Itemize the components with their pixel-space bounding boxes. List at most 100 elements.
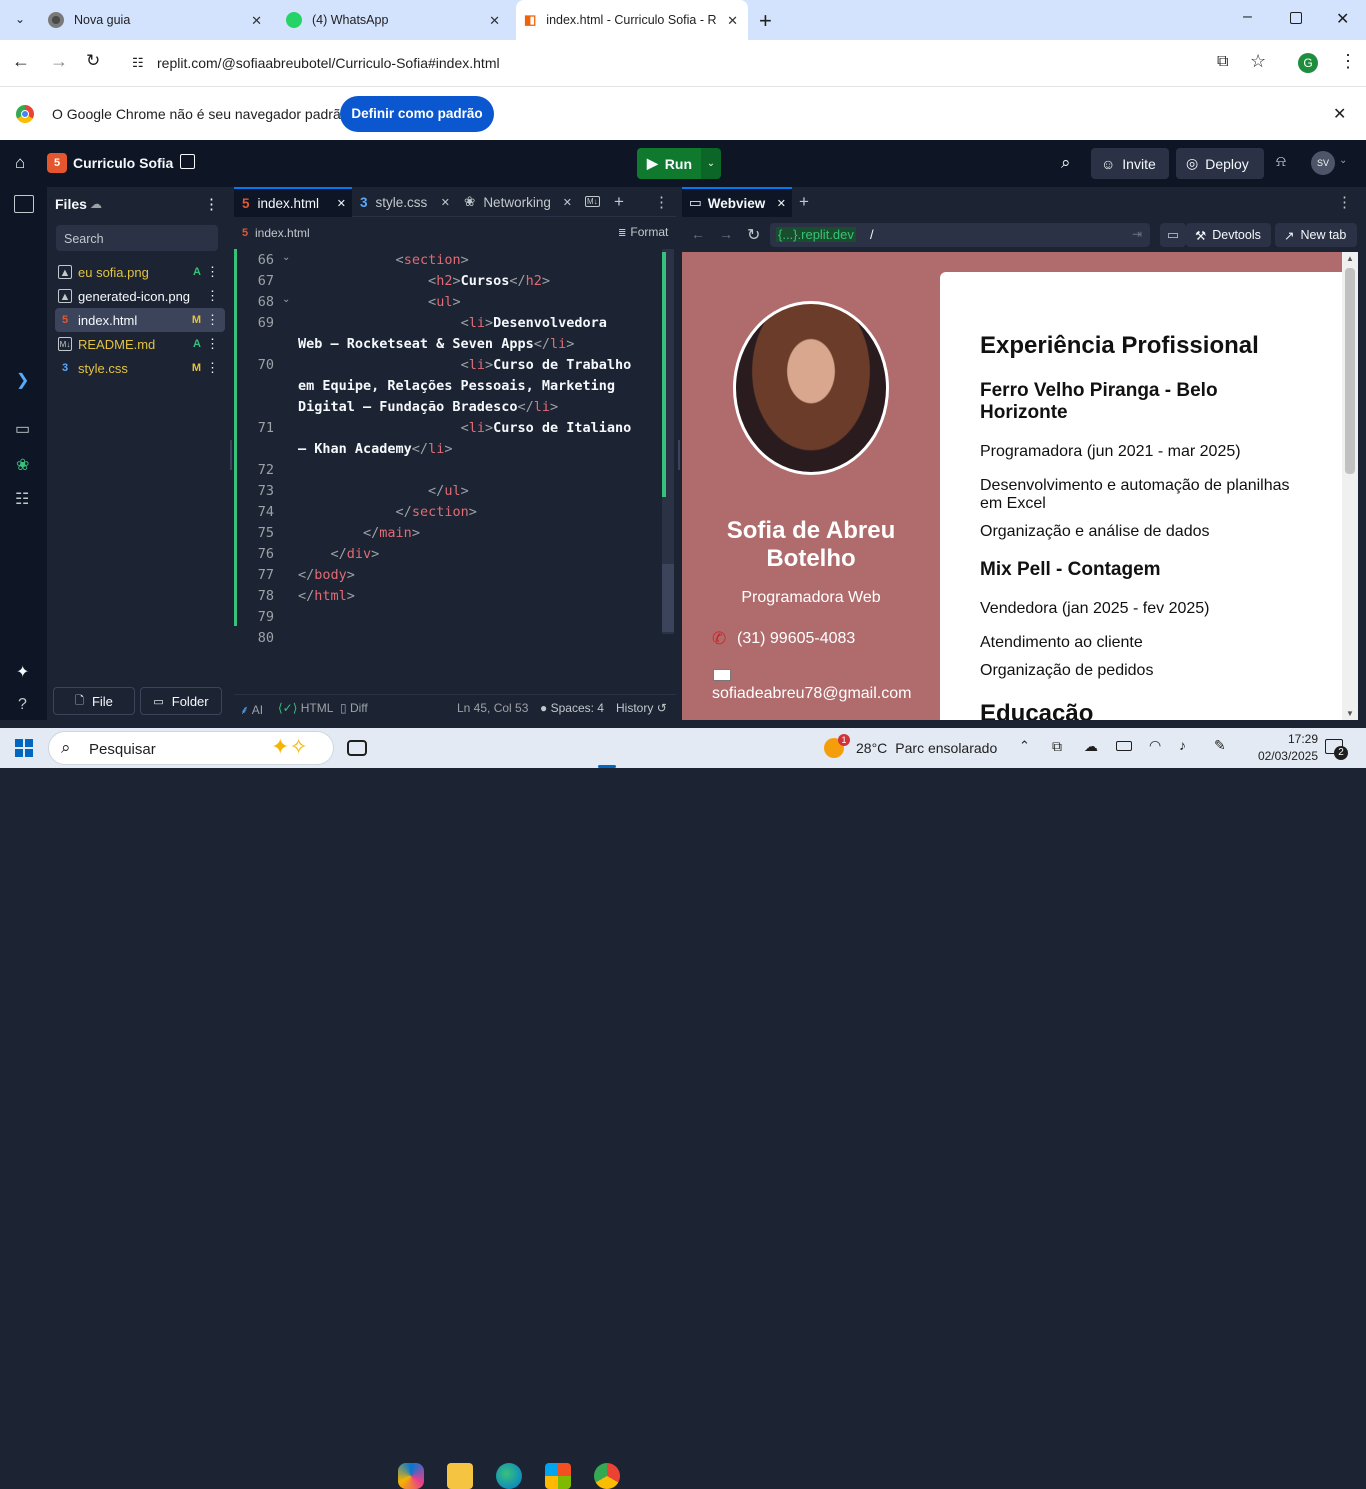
editor-tab-networking[interactable]: ❀ Networking ✕ [456, 187, 576, 217]
windows-start-icon[interactable] [15, 739, 33, 757]
file-menu-icon[interactable]: ⋮ [206, 336, 219, 352]
deploy-button[interactable]: ◎ Deploy [1176, 148, 1264, 179]
help-icon[interactable]: ? [18, 696, 27, 714]
markdown-tab-icon[interactable]: M↓ [585, 196, 600, 207]
url-text[interactable]: replit.com/@sofiaabreubotel/Curriculo-So… [157, 55, 500, 71]
store-icon[interactable] [545, 1463, 571, 1489]
close-tab-icon[interactable]: ✕ [441, 196, 450, 209]
weather-widget[interactable]: 1 28°C Parc ensolarado [824, 734, 997, 759]
pen-icon[interactable]: ✎ [1214, 737, 1226, 754]
editor-tab-index[interactable]: 5 index.html ✕ [234, 187, 352, 217]
wifi-icon[interactable]: ◠ [1149, 737, 1161, 754]
code-line[interactable]: </div> [298, 546, 380, 562]
code-line[interactable]: <li>Curso de Italiano [298, 420, 632, 436]
file-item-style-css[interactable]: 3 style.css M ⋮ [55, 356, 225, 380]
bookmark-star-icon[interactable]: ☆ [1250, 51, 1266, 72]
indent-status[interactable]: ● Spaces: 4 [540, 701, 604, 715]
diff-status[interactable]: ▯ Diff [340, 701, 368, 715]
breadcrumb[interactable]: index.html [255, 226, 310, 240]
code-line[interactable]: <li>Curso de Trabalho [298, 357, 632, 373]
code-line[interactable]: – Khan Academy</li> [298, 441, 452, 457]
files-menu-icon[interactable]: ⋮ [204, 195, 219, 213]
copilot-icon[interactable] [398, 1463, 424, 1489]
forward-icon[interactable]: → [50, 51, 68, 72]
minimize-icon[interactable]: – [1243, 8, 1252, 26]
devtools-button[interactable]: ⚒ Devtools [1186, 223, 1271, 247]
pane-resize-handle[interactable] [230, 440, 232, 470]
back-icon[interactable]: ← [12, 51, 30, 72]
file-menu-icon[interactable]: ⋮ [206, 312, 219, 328]
code-line[interactable]: </body> [298, 567, 355, 583]
webview-tool-icon[interactable]: ▭ [15, 419, 30, 439]
account-dropdown-icon[interactable]: ⌄ [1339, 155, 1347, 166]
webview-back-icon[interactable]: ← [691, 226, 705, 242]
file-item-index-html[interactable]: 5 index.html M ⋮ [55, 308, 225, 332]
code-line[interactable]: </html> [298, 588, 355, 604]
chrome-taskbar-icon[interactable] [594, 1463, 620, 1489]
site-info-icon[interactable]: ☷ [132, 55, 144, 71]
code-line[interactable]: <li>Desenvolvedora [298, 315, 607, 331]
file-item-eu-sofia[interactable]: ▲ eu sofia.png A ⋮ [55, 260, 225, 284]
battery-icon[interactable] [1116, 741, 1132, 751]
browser-tab-new[interactable]: Nova guia ✕ [40, 0, 272, 40]
fold-arrow-icon[interactable]: ⌄ [282, 294, 290, 305]
pane-menu-icon[interactable]: ⋮ [1337, 193, 1352, 211]
code-line[interactable]: em Equipe, Relações Pessoais, Marketing [298, 378, 615, 394]
volume-icon[interactable]: ♪ [1179, 737, 1186, 753]
clock-time[interactable]: 17:29 [1260, 732, 1318, 746]
device-view-button[interactable]: ▭ [1160, 223, 1186, 247]
code-line[interactable]: </main> [298, 525, 420, 541]
close-infobar-icon[interactable]: ✕ [1333, 104, 1346, 124]
show-hidden-icons[interactable]: ⌃ [1019, 738, 1030, 754]
new-tab-button[interactable]: ↗ New tab [1275, 223, 1357, 247]
chrome-menu-icon[interactable]: ⋮ [1339, 51, 1357, 72]
open-external-icon[interactable]: ⇥ [1132, 227, 1142, 241]
format-button[interactable]: ≣ Format [618, 225, 668, 239]
notifications-icon[interactable]: ⍾ [1276, 153, 1286, 170]
code-line[interactable]: <section> [298, 252, 469, 268]
code-line[interactable]: Web – Rocketseat & Seven Apps</li> [298, 336, 574, 352]
file-menu-icon[interactable]: ⋮ [206, 264, 219, 280]
pane-menu-icon[interactable]: ⋮ [654, 193, 669, 211]
taskbar-search[interactable]: ⌕ Pesquisar ✦✧ [48, 731, 334, 765]
networking-tool-icon[interactable]: ❀ [16, 455, 29, 475]
close-tab-icon[interactable]: ✕ [777, 197, 786, 210]
file-menu-icon[interactable]: ⋮ [206, 288, 219, 304]
new-file-button[interactable]: 🗋 File [53, 687, 135, 715]
close-tab-icon[interactable]: ✕ [563, 196, 572, 209]
tab-search-icon[interactable]: ⌄ [12, 12, 28, 28]
project-name[interactable]: Curriculo Sofia [73, 155, 173, 171]
close-tab-icon[interactable]: ✕ [727, 13, 738, 29]
new-folder-button[interactable]: ▭ Folder [140, 687, 222, 715]
file-explorer-icon[interactable] [447, 1463, 473, 1489]
fold-arrow-icon[interactable]: ⌄ [282, 252, 290, 263]
webview-tab[interactable]: ▭ Webview ✕ [682, 187, 792, 217]
set-default-button[interactable]: Definir como padrão [340, 96, 494, 132]
agent-tool-icon[interactable]: ❯ [16, 370, 29, 390]
files-tool-icon[interactable] [14, 195, 34, 213]
search-icon[interactable]: ⌕ [1061, 153, 1071, 173]
edge-icon[interactable] [496, 1463, 522, 1489]
close-tab-icon[interactable]: ✕ [337, 197, 346, 210]
close-window-icon[interactable]: ✕ [1336, 9, 1349, 29]
browser-tab-replit[interactable]: ◧ index.html - Curriculo Sofia - Re ✕ [516, 0, 748, 40]
run-button[interactable]: ▶ Run [637, 148, 701, 179]
pane-resize-handle[interactable] [678, 440, 680, 470]
file-item-generated-icon[interactable]: ▲ generated-icon.png ⋮ [55, 284, 225, 308]
webview-reload-icon[interactable]: ↻ [747, 225, 760, 245]
add-tab-icon[interactable]: + [614, 192, 624, 212]
add-tab-icon[interactable]: + [799, 192, 809, 212]
history-button[interactable]: History ↺ [616, 701, 667, 715]
install-app-icon[interactable]: ⧉ [1217, 53, 1228, 71]
language-status[interactable]: ⟨✓⟩ HTML [278, 701, 333, 715]
file-menu-icon[interactable]: ⋮ [206, 360, 219, 376]
tray-app-icon[interactable]: ⧉ [1052, 738, 1062, 755]
clock-date[interactable]: 02/03/2025 [1250, 749, 1318, 763]
cursor-position[interactable]: Ln 45, Col 53 [457, 701, 528, 715]
profile-avatar[interactable]: G [1298, 53, 1318, 73]
webview-url-bar[interactable]: {...}.replit.dev / ⇥ [770, 223, 1150, 247]
project-details-icon[interactable] [180, 154, 195, 169]
code-line[interactable]: </ul> [298, 483, 469, 499]
code-line[interactable]: </section> [298, 504, 477, 520]
scrollbar-thumb[interactable] [1345, 268, 1355, 474]
